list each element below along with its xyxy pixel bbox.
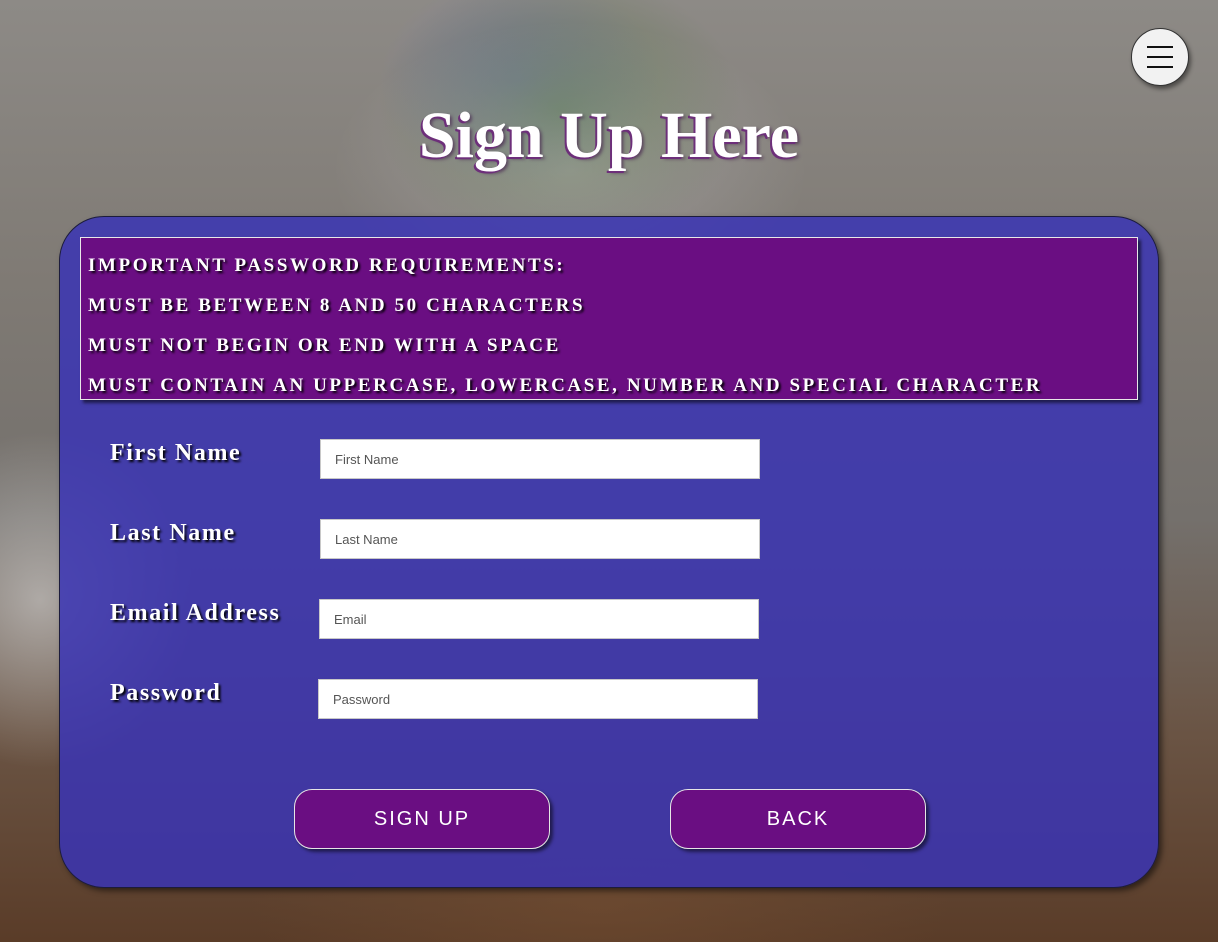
requirements-heading: IMPORTANT PASSWORD REQUIREMENTS: [88,255,566,276]
password-label: Password [110,680,222,706]
last-name-label: Last Name [110,520,236,546]
email-input[interactable] [319,599,759,639]
first-name-label: First Name [110,440,242,466]
back-button[interactable]: BACK [670,789,926,849]
signup-form-panel: IMPORTANT PASSWORD REQUIREMENTS: MUST BE… [59,216,1159,888]
password-input[interactable] [318,679,758,719]
requirement-no-space: MUST NOT BEGIN OR END WITH A SPACE [88,335,561,356]
page-title: Sign Up Here [418,99,800,172]
hamburger-menu-icon [1147,46,1173,68]
requirement-length: MUST BE BETWEEN 8 AND 50 CHARACTERS [88,295,586,316]
password-requirements-box: IMPORTANT PASSWORD REQUIREMENTS: MUST BE… [80,237,1138,400]
email-address-label: Email Address [110,600,281,626]
first-name-input[interactable] [320,439,760,479]
menu-button[interactable] [1131,28,1189,86]
last-name-input[interactable] [320,519,760,559]
sign-up-button[interactable]: SIGN UP [294,789,550,849]
requirement-characters: MUST CONTAIN AN UPPERCASE, LOWERCASE, NU… [88,375,1043,396]
